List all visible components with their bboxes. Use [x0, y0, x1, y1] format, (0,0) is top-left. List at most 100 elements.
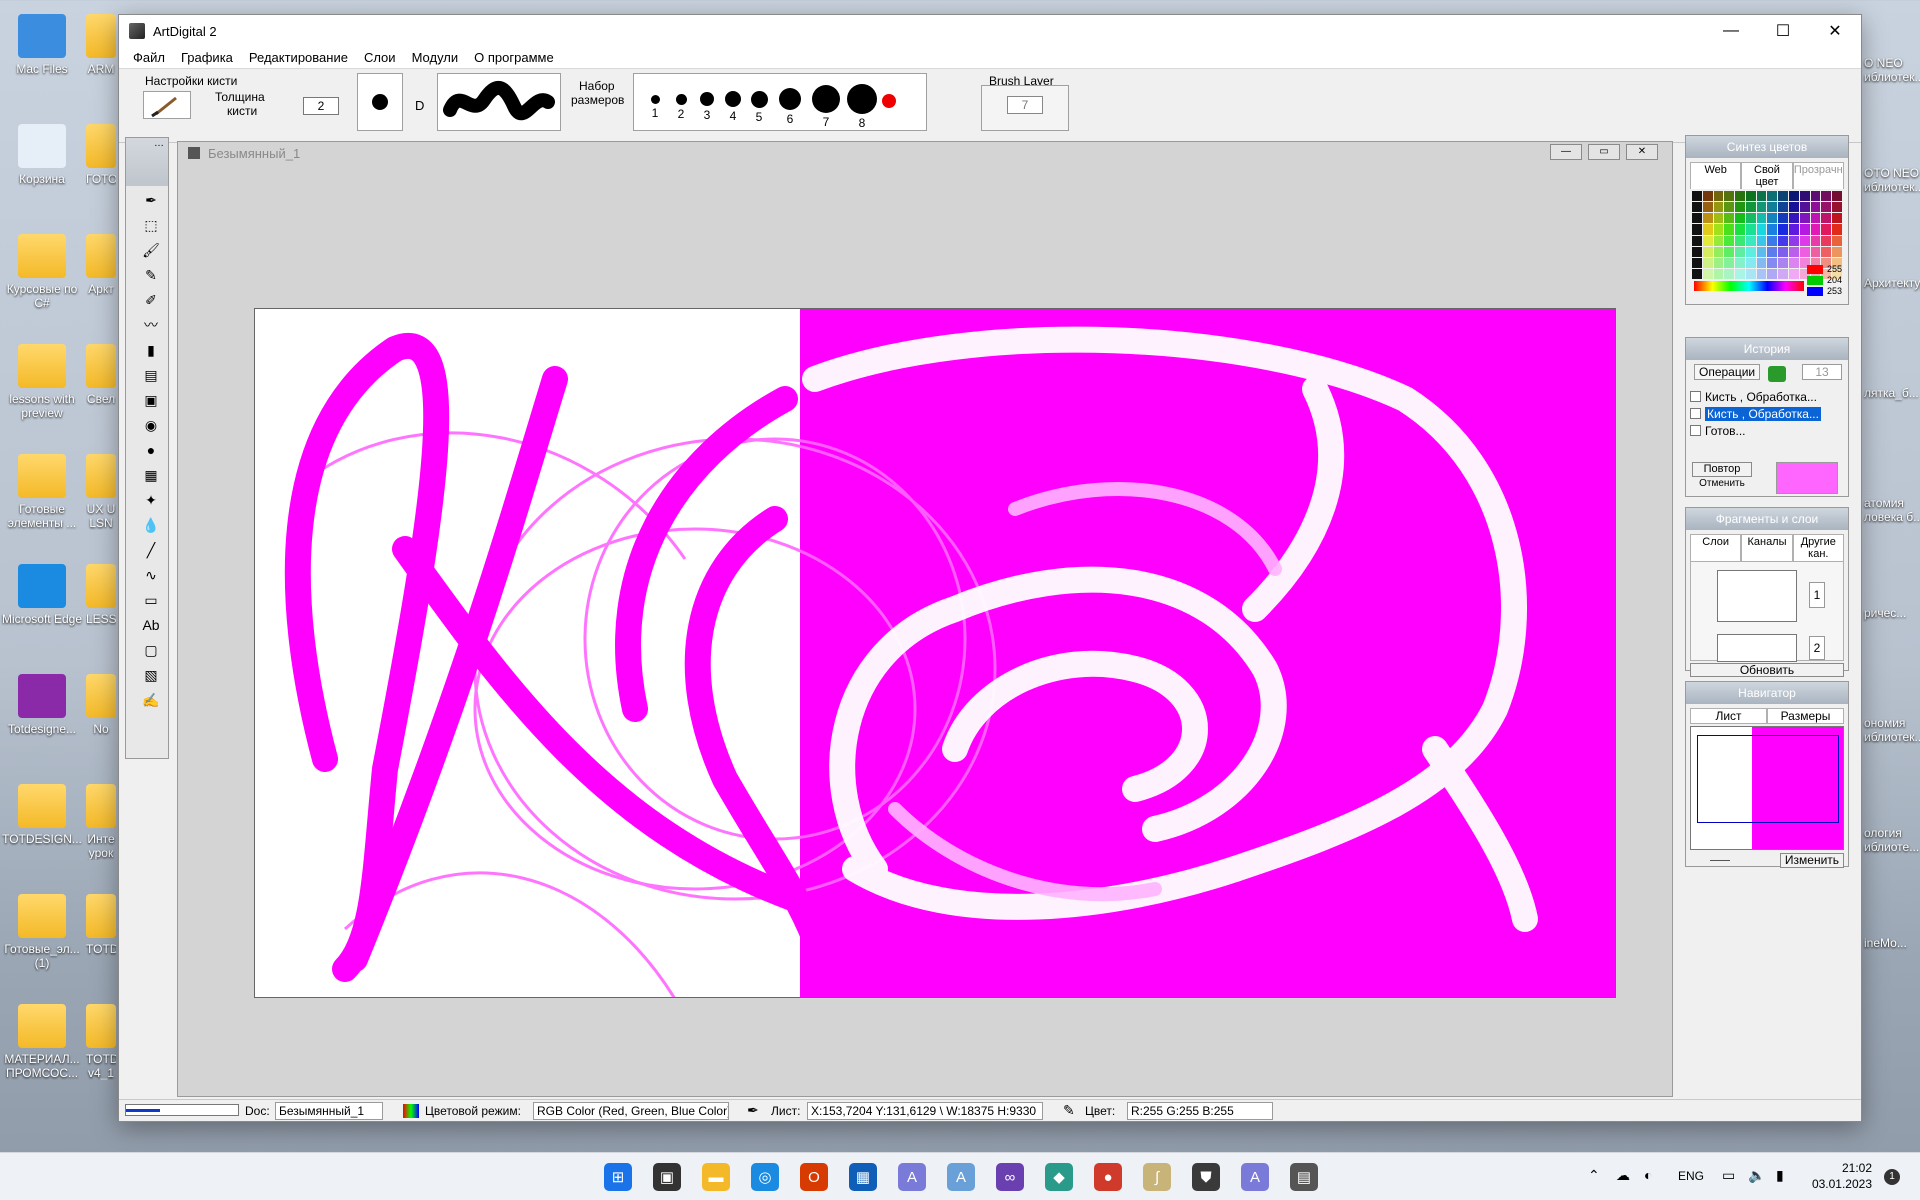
desktop-icon[interactable]: TOTDESIGN... — [0, 784, 84, 846]
desktop-icon[interactable]: UX U LSN — [86, 454, 116, 530]
frame-tool-icon[interactable]: ▢ — [138, 639, 164, 661]
desktop-icon[interactable]: Mac Files — [0, 14, 84, 76]
line-tool-icon[interactable]: ╱ — [138, 539, 164, 561]
palette-swatch[interactable] — [1799, 224, 1810, 235]
brush-size-option[interactable]: 1 — [642, 94, 668, 120]
palette-swatch[interactable] — [1789, 235, 1799, 246]
palette-swatch[interactable] — [1789, 246, 1799, 257]
palette-swatch[interactable] — [1735, 213, 1745, 224]
palette-swatch[interactable] — [1735, 191, 1745, 202]
desktop-icon-label[interactable]: лятка_б... — [1864, 386, 1920, 400]
menu-edit[interactable]: Редактирование — [241, 50, 356, 65]
brush-layer-input[interactable]: 7 — [1007, 96, 1043, 114]
app-icon[interactable]: A — [1241, 1163, 1269, 1191]
brush-tool-icon[interactable]: 🖌 — [138, 239, 164, 261]
tab-other-channels[interactable]: Другие кан. — [1792, 534, 1844, 561]
tab-own-color[interactable]: Свой цвет — [1741, 162, 1793, 189]
desktop-icon[interactable]: Инте урок — [86, 784, 116, 860]
palette-swatch[interactable] — [1713, 235, 1724, 246]
brush-size-option[interactable]: 5 — [746, 90, 772, 124]
palette-swatch[interactable] — [1832, 213, 1842, 224]
palette-swatch[interactable] — [1745, 235, 1756, 246]
layer-thumb-1[interactable] — [1717, 570, 1797, 622]
palette-swatch[interactable] — [1713, 257, 1724, 268]
palette-swatch[interactable] — [1778, 213, 1789, 224]
history-checkbox[interactable] — [1690, 391, 1701, 402]
history-item[interactable]: Кисть , Обработка... — [1690, 388, 1844, 405]
office-icon[interactable]: O — [800, 1163, 828, 1191]
palette-swatch[interactable] — [1692, 213, 1702, 224]
minimize-button[interactable]: — — [1705, 15, 1757, 47]
marker-tool-icon[interactable]: ✐ — [138, 289, 164, 311]
layer-thumb-2[interactable] — [1717, 634, 1797, 662]
palette-swatch[interactable] — [1702, 224, 1713, 235]
app-icon[interactable]: A — [898, 1163, 926, 1191]
tab-channels[interactable]: Каналы — [1741, 534, 1793, 561]
tab-transparency[interactable]: Прозрачн — [1792, 162, 1844, 189]
desktop-icon[interactable]: Готовые элементы ... — [0, 454, 84, 530]
smudge-tool-icon[interactable]: ✍ — [138, 689, 164, 711]
cloud-icon[interactable]: ☁ — [1616, 1167, 1630, 1184]
document-title-bar[interactable]: Безымянный_1 — [178, 142, 1672, 164]
sphere-tool-icon[interactable]: ● — [138, 439, 164, 461]
palette-swatch[interactable] — [1735, 246, 1745, 257]
palette-swatch[interactable] — [1735, 268, 1745, 279]
drawing-canvas[interactable] — [254, 308, 1616, 998]
brush-preview-icon[interactable] — [143, 91, 191, 119]
palette-swatch[interactable] — [1735, 235, 1745, 246]
thickness-input[interactable]: 2 — [303, 97, 339, 115]
palette-swatch[interactable] — [1778, 235, 1789, 246]
palette-swatch[interactable] — [1735, 257, 1745, 268]
rect-tool-icon[interactable]: ▭ — [138, 589, 164, 611]
palette-swatch[interactable] — [1713, 202, 1724, 213]
select-tool-icon[interactable]: ⬚ — [138, 214, 164, 236]
desktop-icon-label[interactable]: атомия ловека б... — [1864, 496, 1920, 524]
desktop-icon[interactable]: Свел — [86, 344, 116, 406]
app-icon[interactable]: ◆ — [1045, 1163, 1073, 1191]
clock-date[interactable]: 03.01.2023 — [1808, 1177, 1872, 1191]
wand-tool-icon[interactable]: ✦ — [138, 489, 164, 511]
palette-swatch[interactable] — [1692, 202, 1702, 213]
palette-swatch[interactable] — [1756, 246, 1767, 257]
menu-graphics[interactable]: Графика — [173, 50, 241, 65]
palette-swatch[interactable] — [1767, 257, 1778, 268]
palette-swatch[interactable] — [1767, 268, 1778, 279]
pencil-tool-icon[interactable]: ✎ — [138, 264, 164, 286]
copilot-icon[interactable]: ◐ — [1644, 1167, 1652, 1183]
palette-swatch[interactable] — [1778, 257, 1789, 268]
palette-swatch[interactable] — [1713, 224, 1724, 235]
text-tool-icon[interactable]: Ab — [138, 614, 164, 636]
eraser-tool-icon[interactable]: ▮ — [138, 339, 164, 361]
clock-time[interactable]: 21:02 — [1808, 1161, 1872, 1175]
palette-swatch[interactable] — [1778, 202, 1789, 213]
repeat-button[interactable]: Повтор — [1692, 462, 1752, 477]
history-checkbox[interactable] — [1690, 425, 1701, 436]
app-icon[interactable]: A — [947, 1163, 975, 1191]
hatch-tool-icon[interactable]: ▧ — [138, 664, 164, 686]
desktop-icon-label[interactable]: ричес... — [1864, 606, 1920, 620]
palette-swatch[interactable] — [1767, 213, 1778, 224]
palette-swatch[interactable] — [1832, 224, 1842, 235]
history-item[interactable]: Готов... — [1690, 422, 1844, 439]
airbrush-tool-icon[interactable]: 〰 — [138, 314, 164, 336]
palette-swatch[interactable] — [1821, 246, 1832, 257]
doc-restore-button[interactable]: ▭ — [1588, 144, 1620, 160]
desktop-icon[interactable]: МАТЕРИАЛ... ПРОМСОС... — [0, 1004, 84, 1080]
palette-swatch[interactable] — [1756, 257, 1767, 268]
menu-file[interactable]: Файл — [125, 50, 173, 65]
brush-size-option[interactable]: 2 — [668, 93, 694, 121]
palette-swatch[interactable] — [1821, 213, 1832, 224]
palette-swatch[interactable] — [1735, 202, 1745, 213]
palette-swatch[interactable] — [1745, 268, 1756, 279]
palette-swatch[interactable] — [1810, 202, 1821, 213]
brush-shape-round[interactable] — [357, 73, 403, 131]
doc-minimize-button[interactable]: — — [1550, 144, 1582, 160]
maximize-button[interactable]: ☐ — [1757, 15, 1809, 47]
palette-swatch[interactable] — [1692, 268, 1702, 279]
palette-swatch[interactable] — [1702, 213, 1713, 224]
palette-swatch[interactable] — [1799, 235, 1810, 246]
palette-swatch[interactable] — [1756, 202, 1767, 213]
network-icon[interactable]: ▭ — [1722, 1167, 1735, 1184]
path-tool-icon[interactable]: ∿ — [138, 564, 164, 586]
palette-swatch[interactable] — [1799, 191, 1810, 202]
